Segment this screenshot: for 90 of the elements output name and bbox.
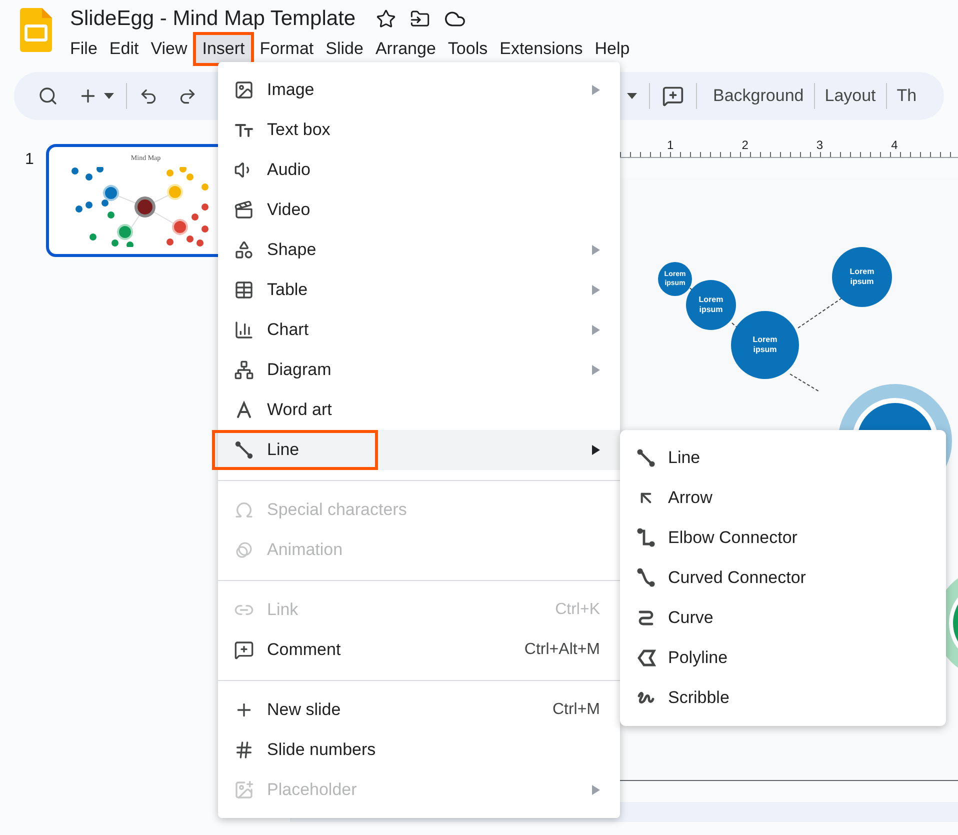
submenu-arrow-icon: [592, 325, 600, 335]
menu-item[interactable]: New slide Ctrl+M: [218, 690, 620, 730]
elbow-connector-icon: [636, 528, 656, 548]
submenu-arrow-icon: [592, 285, 600, 295]
clapperboard-icon: [234, 200, 254, 220]
menu-label: Shape: [267, 239, 316, 262]
menu-item[interactable]: File: [64, 35, 104, 62]
menu-item[interactable]: Slide: [320, 35, 370, 62]
shapes-icon: [234, 240, 254, 260]
menu-label: Audio: [267, 159, 310, 182]
menu-label: Animation: [267, 539, 343, 562]
menu-label: Link: [267, 599, 298, 622]
slide-number: 1: [25, 150, 34, 170]
menu-item[interactable]: Extensions: [494, 35, 589, 62]
caret-icon[interactable]: [104, 93, 114, 99]
bar-chart-icon: [234, 320, 254, 340]
menu-label: Text box: [267, 119, 330, 142]
menu-item[interactable]: Line: [620, 438, 946, 478]
undo-icon[interactable]: [139, 86, 158, 106]
toolbar-button[interactable]: Background: [709, 83, 808, 109]
mind-map-node: Lorem ipsum: [731, 311, 799, 379]
ruler-number: 4: [889, 139, 900, 151]
menu-label: Slide numbers: [267, 739, 376, 762]
menu-label: Diagram: [267, 359, 332, 382]
redo-icon[interactable]: [178, 86, 197, 106]
menu-item[interactable]: Table: [218, 270, 620, 310]
comment-add-icon[interactable]: [662, 85, 684, 107]
menu-label: Placeholder: [267, 779, 357, 802]
menu-label: Table: [267, 279, 308, 302]
menu-item[interactable]: Image: [218, 70, 620, 110]
menu-item[interactable]: Polyline: [620, 638, 946, 678]
ruler-number: 1: [665, 139, 676, 151]
move-folder-icon[interactable]: [410, 9, 430, 29]
menu-label: Word art: [267, 399, 332, 422]
submenu-arrow-icon: [592, 785, 600, 795]
menu-item[interactable]: Arrange: [369, 35, 442, 62]
ruler-number: 2: [740, 139, 750, 151]
hash-icon: [234, 740, 254, 760]
omega-icon: [234, 500, 254, 520]
image-icon: [234, 80, 254, 100]
menu-item[interactable]: Insert: [196, 35, 251, 62]
menu-item[interactable]: Elbow Connector: [620, 518, 946, 558]
toolbar-button[interactable]: Layout: [820, 83, 880, 109]
menu-item[interactable]: Edit: [103, 35, 145, 62]
menu-item[interactable]: Curved Connector: [620, 558, 946, 598]
menu-item[interactable]: Format: [254, 35, 320, 62]
menu-label: Chart: [267, 319, 309, 342]
menu-item[interactable]: Scribble: [620, 678, 946, 718]
curved-connector-icon: [636, 568, 656, 588]
line-icon: [636, 448, 656, 468]
polyline-icon: [636, 648, 656, 668]
diagram-icon: [234, 360, 254, 380]
submenu-arrow-icon: [592, 245, 600, 255]
menu-label: Special characters: [267, 499, 407, 522]
toolbar-button[interactable]: Th: [892, 83, 921, 109]
mind-map-node: Lorem ipsum: [686, 280, 736, 330]
document-title[interactable]: SlideEgg - Mind Map Template: [70, 3, 356, 35]
shortcut-text: Ctrl+M: [552, 700, 600, 720]
menu-item[interactable]: Diagram: [218, 350, 620, 390]
table-icon: [234, 280, 254, 300]
menu-item[interactable]: View: [144, 35, 194, 62]
comment-add-icon: [234, 640, 254, 660]
shortcut-text: Ctrl+K: [555, 600, 600, 620]
submenu-arrow-icon: [592, 85, 600, 95]
letter-a-icon: [234, 400, 254, 420]
image-add-icon: [234, 780, 254, 800]
search-icon[interactable]: [38, 86, 58, 106]
menu-item[interactable]: Help: [588, 35, 636, 62]
caret-icon[interactable]: [627, 93, 637, 99]
menu-item[interactable]: Slide numbers: [218, 730, 620, 770]
ruler-number: 3: [814, 139, 826, 151]
menu-label: Line: [267, 439, 300, 462]
menu-label: New slide: [267, 699, 341, 722]
line-icon: [234, 440, 254, 460]
mind-map-node: Lorem ipsum: [832, 247, 892, 307]
menu-item[interactable]: Arrow: [620, 478, 946, 518]
shortcut-text: Ctrl+Alt+M: [524, 640, 600, 660]
curve-icon: [636, 608, 656, 628]
menu-item[interactable]: Comment Ctrl+Alt+M: [218, 630, 620, 670]
submenu-arrow-icon: [592, 365, 600, 375]
submenu-arrow-icon: [592, 445, 600, 455]
menu-item[interactable]: Tools: [442, 35, 494, 62]
menu-label: Image: [267, 79, 314, 102]
circles-icon: [234, 540, 254, 560]
menu-label: Video: [267, 199, 310, 222]
star-icon[interactable]: [376, 9, 396, 29]
menu-item[interactable]: Word art: [218, 390, 620, 430]
menu-label: Comment: [267, 639, 341, 662]
menu-item[interactable]: Curve: [620, 598, 946, 638]
menu-item[interactable]: Chart: [218, 310, 620, 350]
